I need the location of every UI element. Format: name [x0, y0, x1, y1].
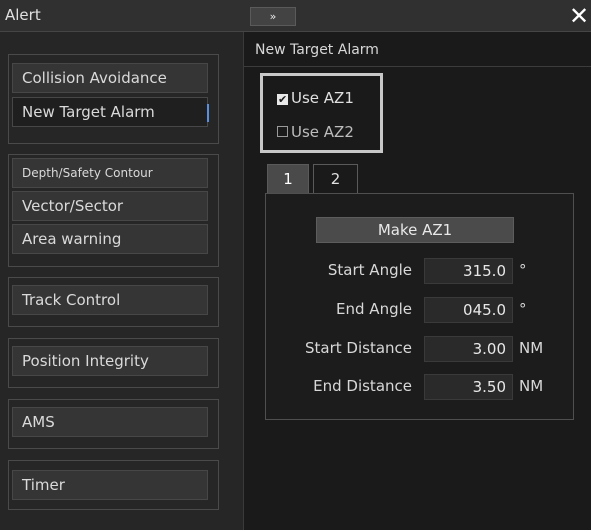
end-distance-field[interactable]: 3.50 [424, 374, 513, 400]
timer-button[interactable]: Timer [12, 470, 208, 500]
divider [244, 66, 591, 67]
ams-button[interactable]: AMS [12, 407, 208, 437]
use-az1-label: Use AZ1 [291, 89, 354, 107]
expand-button[interactable]: » [250, 7, 296, 26]
position-integrity-button[interactable]: Position Integrity [12, 346, 208, 376]
depth-safety-contour-button[interactable]: Depth/Safety Contour [12, 158, 208, 188]
tab-az2[interactable]: 2 [313, 164, 358, 194]
use-az2-label: Use AZ2 [291, 123, 354, 141]
use-az2-checkbox[interactable]: Use AZ2 [277, 123, 354, 141]
use-az1-checkbox[interactable]: ✔ Use AZ1 [277, 89, 354, 107]
start-angle-unit: ° [519, 261, 527, 279]
window-titlebar: Alert » ✕ [0, 0, 591, 32]
start-angle-label: Start Angle [327, 261, 412, 279]
make-az1-button[interactable]: Make AZ1 [316, 217, 514, 243]
tab-az1[interactable]: 1 [267, 164, 309, 194]
end-angle-unit: ° [519, 300, 527, 318]
start-distance-field[interactable]: 3.00 [424, 336, 513, 362]
collision-avoidance-button[interactable]: Collision Avoidance [12, 63, 208, 93]
end-distance-unit: NM [519, 377, 544, 395]
alert-category-sidebar: Collision Avoidance New Target Alarm Dep… [0, 32, 244, 530]
end-angle-label: End Angle [336, 300, 412, 318]
area-warning-button[interactable]: Area warning [12, 224, 208, 254]
az-selection-group: ✔ Use AZ1 Use AZ2 [260, 73, 383, 153]
checkbox-unchecked-icon [277, 126, 288, 137]
vector-sector-button[interactable]: Vector/Sector [12, 191, 208, 221]
new-target-alarm-button[interactable]: New Target Alarm [12, 97, 209, 127]
end-angle-field[interactable]: 045.0 [424, 297, 513, 323]
track-control-button[interactable]: Track Control [12, 285, 208, 315]
start-distance-label: Start Distance [305, 339, 412, 357]
close-icon[interactable]: ✕ [568, 3, 590, 29]
active-indicator [207, 104, 209, 122]
start-distance-unit: NM [519, 339, 544, 357]
window-title: Alert [5, 6, 41, 24]
start-angle-field[interactable]: 315.0 [424, 258, 513, 284]
checkbox-checked-icon: ✔ [277, 93, 288, 106]
new-target-alarm-label: New Target Alarm [22, 103, 155, 121]
page-title: New Target Alarm [255, 42, 379, 58]
end-distance-label: End Distance [313, 377, 412, 395]
